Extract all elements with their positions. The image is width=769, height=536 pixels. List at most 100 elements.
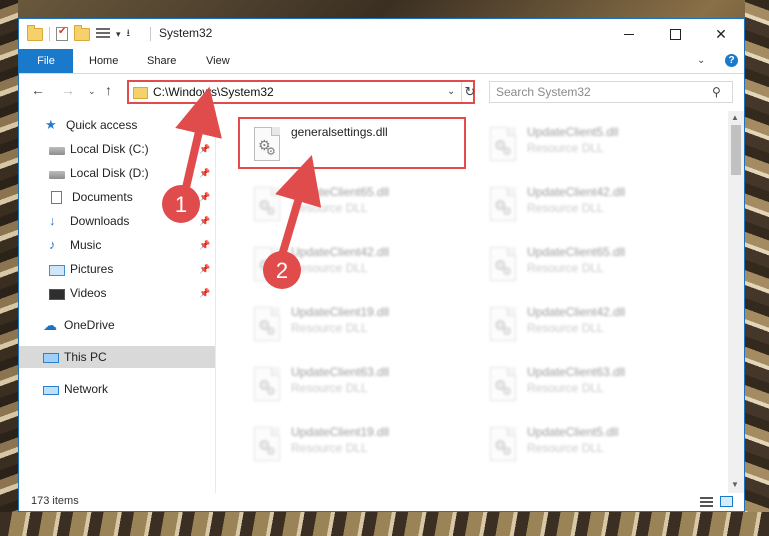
file-name: UpdateClient5.dll bbox=[527, 125, 619, 139]
refresh-button[interactable]: ↻ bbox=[461, 82, 478, 102]
address-row: ← → ⌄ ↑ C:\Windows\System32 ⌄ ↻ ⚲ bbox=[19, 74, 744, 110]
address-path[interactable]: C:\Windows\System32 bbox=[153, 85, 274, 99]
file-explorer-window: ▾ ⭳ System32 ✕ File Home Share View ⌄ ? … bbox=[18, 18, 745, 512]
dll-file-icon: ⚙ ⚙ bbox=[250, 427, 284, 467]
forward-button[interactable]: → bbox=[61, 82, 75, 98]
chevron-down-icon[interactable]: ▾ bbox=[116, 29, 121, 40]
gear-icon: ⚙ bbox=[502, 446, 512, 458]
dll-file-icon: ⚙ ⚙ bbox=[486, 427, 520, 467]
sidebar-item-quick-access[interactable]: ★ Quick access bbox=[19, 114, 215, 136]
sidebar-item-label: This PC bbox=[64, 350, 107, 364]
file-item[interactable]: ⚙ ⚙ UpdateClient63.dll Resource DLL bbox=[476, 359, 704, 411]
download-icon: ↓ bbox=[49, 213, 56, 228]
dll-file-icon: ⚙ ⚙ bbox=[250, 247, 284, 287]
recent-locations-button[interactable]: ⌄ bbox=[88, 86, 96, 97]
pin-icon[interactable]: 📌 bbox=[199, 216, 210, 227]
file-item[interactable]: ⚙ ⚙ UpdateClient65.dll Resource DLL bbox=[476, 239, 704, 291]
sidebar-item-downloads[interactable]: ↓ Downloads 📌 bbox=[19, 210, 215, 232]
file-name: UpdateClient19.dll bbox=[291, 425, 390, 439]
document-icon bbox=[51, 190, 62, 204]
file-type: Resource DLL bbox=[291, 381, 368, 395]
scroll-up-icon[interactable]: ▲ bbox=[731, 113, 739, 122]
tab-file[interactable]: File bbox=[19, 49, 73, 73]
tab-home[interactable]: Home bbox=[89, 49, 118, 73]
close-icon: ✕ bbox=[715, 25, 727, 42]
pin-icon[interactable]: 📌 bbox=[199, 192, 210, 203]
file-type: Resource DLL bbox=[527, 321, 604, 335]
gear-icon: ⚙ bbox=[266, 326, 276, 338]
file-name: UpdateClient63.dll bbox=[291, 365, 390, 379]
computer-icon bbox=[43, 352, 59, 363]
pin-icon[interactable]: 📌 bbox=[199, 240, 210, 251]
gear-icon: ⚙ bbox=[502, 386, 512, 398]
chevron-down-icon[interactable]: ⌄ bbox=[447, 86, 455, 97]
dll-file-icon: ⚙ ⚙ bbox=[486, 187, 520, 227]
gear-icon: ⚙ bbox=[502, 266, 512, 278]
sidebar-item-network[interactable]: Network bbox=[19, 378, 215, 400]
file-item[interactable]: ⚙ ⚙ UpdateClient63.dll Resource DLL bbox=[240, 359, 468, 411]
sidebar-item-this-pc[interactable]: This PC bbox=[19, 346, 215, 368]
up-button[interactable]: ↑ bbox=[105, 82, 112, 98]
file-item[interactable]: ⚙ ⚙ UpdateClient42.dll Resource DLL bbox=[240, 239, 468, 291]
file-type: Resource DLL bbox=[527, 141, 604, 155]
sidebar-item-music[interactable]: ♪ Music 📌 bbox=[19, 234, 215, 256]
file-name: UpdateClient42.dll bbox=[527, 305, 626, 319]
search-box[interactable]: ⚲ bbox=[489, 81, 733, 103]
tab-view[interactable]: View bbox=[206, 49, 230, 73]
address-bar[interactable]: C:\Windows\System32 ⌄ ↻ bbox=[127, 80, 475, 104]
sidebar-item-label: OneDrive bbox=[64, 318, 115, 332]
music-icon: ♪ bbox=[49, 237, 56, 252]
file-item[interactable]: ⚙ ⚙ UpdateClient42.dll Resource DLL bbox=[476, 299, 704, 351]
star-icon: ★ bbox=[45, 117, 57, 132]
help-icon[interactable]: ? bbox=[725, 54, 738, 67]
desktop-background-bottom bbox=[0, 512, 769, 536]
sidebar-item-pictures[interactable]: Pictures 📌 bbox=[19, 258, 215, 280]
folder-icon bbox=[27, 24, 43, 41]
sidebar-item-local-disk-c[interactable]: Local Disk (C:) 📌 bbox=[19, 138, 215, 160]
gear-icon: ⚙ bbox=[266, 146, 276, 158]
vertical-scrollbar[interactable]: ▲ ▼ bbox=[728, 111, 744, 493]
details-view-icon[interactable] bbox=[700, 497, 713, 507]
file-item[interactable]: ⚙ ⚙ UpdateClient5.dll Resource DLL bbox=[476, 419, 704, 471]
file-type: Resource DLL bbox=[527, 201, 604, 215]
pin-icon[interactable]: 📌 bbox=[199, 288, 210, 299]
properties-icon[interactable] bbox=[56, 26, 68, 41]
tab-share[interactable]: Share bbox=[147, 49, 176, 73]
gear-icon: ⚙ bbox=[266, 266, 276, 278]
pin-icon[interactable]: 📌 bbox=[199, 144, 210, 155]
scroll-down-icon[interactable]: ▼ bbox=[731, 480, 739, 489]
view-options-icon[interactable] bbox=[96, 28, 110, 40]
expand-ribbon-icon[interactable]: ⌄ bbox=[697, 55, 705, 66]
file-name: UpdateClient42.dll bbox=[291, 245, 390, 259]
gear-icon: ⚙ bbox=[266, 446, 276, 458]
search-input[interactable] bbox=[496, 85, 696, 99]
sidebar-item-local-disk-d[interactable]: Local Disk (D:) 📌 bbox=[19, 162, 215, 184]
maximize-button[interactable] bbox=[652, 19, 698, 49]
toolbar-separator bbox=[49, 27, 50, 41]
video-icon bbox=[49, 288, 65, 300]
close-button[interactable]: ✕ bbox=[698, 19, 744, 49]
file-item[interactable]: ⚙ ⚙ UpdateClient19.dll Resource DLL bbox=[240, 299, 468, 351]
file-item[interactable]: ⚙ ⚙ UpdateClient65.dll Resource DLL bbox=[240, 179, 468, 231]
sidebar-item-videos[interactable]: Videos 📌 bbox=[19, 282, 215, 304]
back-button[interactable]: ← bbox=[31, 82, 45, 98]
new-folder-icon[interactable] bbox=[74, 24, 90, 41]
customize-toolbar-icon[interactable]: ⭳ bbox=[127, 26, 131, 43]
sidebar-item-documents[interactable]: Documents 📌 bbox=[19, 186, 215, 208]
large-icons-view-icon[interactable] bbox=[720, 496, 733, 507]
search-icon[interactable]: ⚲ bbox=[712, 85, 721, 99]
sidebar-item-label: Downloads bbox=[70, 214, 130, 228]
file-item-generalsettings[interactable]: ⚙ ⚙ generalsettings.dll bbox=[238, 117, 466, 169]
sidebar-item-onedrive[interactable]: ☁ OneDrive bbox=[19, 314, 215, 336]
scrollbar-thumb[interactable] bbox=[731, 125, 741, 175]
file-item[interactable]: ⚙ ⚙ UpdateClient5.dll Resource DLL bbox=[476, 119, 704, 171]
pin-icon[interactable]: 📌 bbox=[199, 264, 210, 275]
gear-icon: ⚙ bbox=[502, 326, 512, 338]
sidebar-item-label: Pictures bbox=[70, 262, 114, 276]
minimize-button[interactable] bbox=[606, 19, 652, 49]
pin-icon[interactable]: 📌 bbox=[199, 168, 210, 179]
file-item[interactable]: ⚙ ⚙ UpdateClient42.dll Resource DLL bbox=[476, 179, 704, 231]
file-item[interactable]: ⚙ ⚙ UpdateClient19.dll Resource DLL bbox=[240, 419, 468, 471]
window-title: System32 bbox=[149, 26, 213, 41]
drive-icon bbox=[49, 147, 65, 155]
